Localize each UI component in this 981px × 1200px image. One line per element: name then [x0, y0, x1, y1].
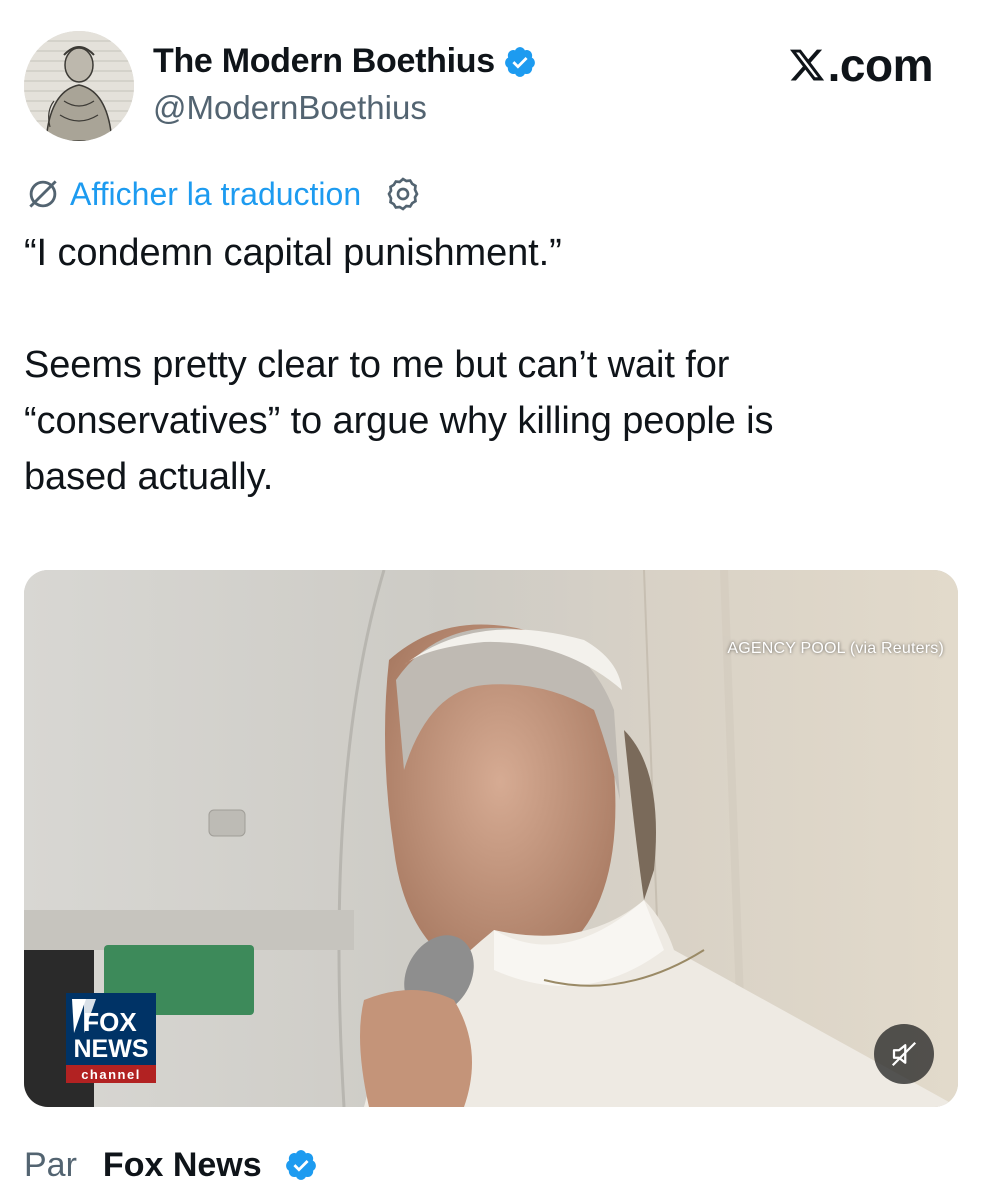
media-credit: AGENCY POOL (via Reuters) [727, 640, 944, 657]
translate-icon [29, 180, 57, 208]
display-name[interactable]: The Modern Boethius [153, 42, 537, 81]
source-prefix: Par [24, 1145, 77, 1184]
fox-logo-word-2: NEWS [74, 1035, 149, 1063]
settings-gear-icon[interactable] [383, 174, 423, 214]
mute-toggle-button[interactable] [874, 1024, 934, 1084]
site-label-text: .com [827, 39, 934, 91]
x-logo-icon [789, 49, 824, 81]
source-name[interactable]: Fox News [103, 1146, 262, 1185]
site-label: .com [788, 38, 934, 92]
tweet-header: The Modern Boethius @ModernBoethius .com [0, 0, 981, 160]
fox-logo-word-3: channel [81, 1067, 141, 1082]
speaker-muted-icon [891, 1041, 917, 1067]
translate-link[interactable]: Afficher la traduction [24, 172, 423, 216]
verified-badge-icon [504, 46, 535, 77]
verified-badge-icon [285, 1150, 316, 1180]
translate-label: Afficher la traduction [70, 175, 362, 212]
fox-news-logo: FOX NEWS channel [66, 993, 156, 1083]
avatar[interactable] [24, 31, 134, 141]
source-attribution: Par Fox News [24, 1142, 318, 1188]
display-name-text: The Modern Boethius [153, 42, 495, 80]
user-handle[interactable]: @ModernBoethius [153, 89, 427, 127]
media-video[interactable]: AGENCY POOL (via Reuters) FOX NEWS chann… [24, 570, 958, 1107]
fox-logo-word-1: FOX [83, 1007, 137, 1037]
tweet-body: “I condemn capital punishment.” Seems pr… [24, 232, 774, 498]
